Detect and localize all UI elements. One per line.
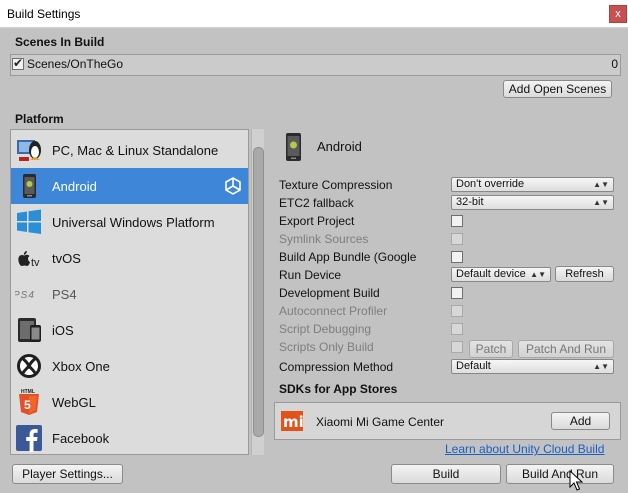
platform-item-label: Facebook <box>52 431 110 446</box>
export-project-label: Export Project <box>279 214 355 228</box>
dropdown-arrow-icon: ▲▼ <box>593 362 609 371</box>
build-and-run-button[interactable]: Build And Run <box>506 464 614 484</box>
xiaomi-logo-icon: mi <box>281 411 303 431</box>
compression-method-label: Compression Method <box>279 360 394 374</box>
etc2-fallback-value: 32-bit <box>456 196 484 208</box>
scenes-heading: Scenes In Build <box>15 35 105 49</box>
etc2-fallback-dropdown[interactable]: 32-bit ▲▼ <box>451 195 614 210</box>
platform-item-uwp[interactable]: Universal Windows Platform <box>11 204 248 240</box>
platform-item-ios[interactable]: iOS <box>11 312 248 348</box>
mouse-cursor-icon <box>569 470 583 491</box>
facebook-icon <box>16 425 42 452</box>
script-debugging-checkbox <box>451 323 463 335</box>
platform-item-facebook[interactable]: Facebook <box>11 420 248 454</box>
html5-icon: HTML 5 <box>19 389 39 415</box>
platform-item-label: Universal Windows Platform <box>52 215 215 230</box>
ios-icon <box>18 318 41 342</box>
scripts-only-build-label: Scripts Only Build <box>279 340 374 354</box>
close-button[interactable]: x <box>609 5 627 23</box>
svg-text:5: 5 <box>24 398 31 412</box>
etc2-fallback-label: ETC2 fallback <box>279 196 354 210</box>
scene-row[interactable]: ✔ Scenes/OnTheGo 0 <box>12 56 619 72</box>
autoconnect-profiler-label: Autoconnect Profiler <box>279 304 388 318</box>
scripts-only-build-checkbox <box>451 341 463 353</box>
xbox-icon <box>17 354 41 378</box>
title-bar: Build Settings x <box>0 0 628 28</box>
platform-item-label: iOS <box>52 323 74 338</box>
player-settings-button[interactable]: Player Settings... <box>12 464 123 484</box>
platform-item-tvos[interactable]: tv tvOS <box>11 240 248 276</box>
development-build-label: Development Build <box>279 286 380 300</box>
scrollbar-thumb[interactable] <box>253 147 264 437</box>
build-app-bundle-label: Build App Bundle (Google <box>279 250 417 264</box>
android-icon <box>286 133 301 161</box>
run-device-label: Run Device <box>279 268 342 282</box>
dropdown-arrow-icon: ▲▼ <box>593 180 609 189</box>
texture-compression-label: Texture Compression <box>279 178 393 192</box>
scene-checkbox[interactable]: ✔ <box>12 56 24 70</box>
platform-item-label: Android <box>52 179 97 194</box>
script-debugging-label: Script Debugging <box>279 322 372 336</box>
platform-item-label: PC, Mac & Linux Standalone <box>52 143 219 158</box>
run-device-dropdown[interactable]: Default device ▲▼ <box>451 267 551 282</box>
platform-item-label: Xbox One <box>52 359 110 374</box>
refresh-button[interactable]: Refresh <box>555 266 614 282</box>
svg-text:tv: tv <box>31 257 40 269</box>
svg-text:mi: mi <box>283 413 303 431</box>
platform-item-label: WebGL <box>52 395 96 410</box>
patch-and-run-button: Patch And Run <box>518 340 614 358</box>
ps4-icon: PS4 <box>15 290 35 301</box>
selected-platform-title: Android <box>317 139 362 154</box>
symlink-sources-label: Symlink Sources <box>279 232 369 246</box>
compression-method-value: Default <box>456 360 491 372</box>
appletv-icon: tv <box>18 251 40 269</box>
platform-item-android[interactable]: Android <box>11 168 248 204</box>
platform-item-standalone[interactable]: PC, Mac & Linux Standalone <box>11 132 248 168</box>
texture-compression-dropdown[interactable]: Don't override ▲▼ <box>451 177 614 192</box>
window-title: Build Settings <box>7 7 81 21</box>
platform-item-webgl[interactable]: HTML 5 WebGL <box>11 384 248 420</box>
build-app-bundle-checkbox[interactable] <box>451 251 463 263</box>
standalone-icon <box>17 140 41 161</box>
autoconnect-profiler-checkbox <box>451 305 463 317</box>
cloud-build-link[interactable]: Learn about Unity Cloud Build <box>445 442 604 456</box>
scene-index: 0 <box>611 57 618 71</box>
build-button[interactable]: Build <box>391 464 501 484</box>
windows-icon <box>17 209 41 234</box>
unity-active-icon <box>225 177 241 195</box>
platform-item-label: tvOS <box>52 251 81 266</box>
platform-list: PC, Mac & Linux Standalone Android Unive… <box>10 129 249 455</box>
patch-button: Patch <box>469 340 513 358</box>
platform-item-ps4[interactable]: PS4 PS4 <box>11 276 248 312</box>
add-store-button[interactable]: Add <box>551 412 610 430</box>
compression-method-dropdown[interactable]: Default ▲▼ <box>451 359 614 374</box>
platform-scrollbar[interactable] <box>251 129 264 455</box>
run-device-value: Default device <box>456 268 526 280</box>
scene-name: Scenes/OnTheGo <box>27 57 124 71</box>
sdk-store-row: mi Xiaomi Mi Game Center Add <box>274 402 621 440</box>
platform-item-xbox[interactable]: Xbox One <box>11 348 248 384</box>
development-build-checkbox[interactable] <box>451 287 463 299</box>
platform-item-label: PS4 <box>52 287 77 302</box>
symlink-sources-checkbox <box>451 233 463 245</box>
store-name: Xiaomi Mi Game Center <box>316 415 445 429</box>
dropdown-arrow-icon: ▲▼ <box>593 198 609 207</box>
dropdown-arrow-icon: ▲▼ <box>530 270 546 279</box>
sdks-heading: SDKs for App Stores <box>279 382 398 396</box>
platform-heading: Platform <box>15 112 64 126</box>
android-icon <box>23 174 36 198</box>
export-project-checkbox[interactable] <box>451 215 463 227</box>
texture-compression-value: Don't override <box>456 178 525 190</box>
check-icon: ✔ <box>13 56 24 70</box>
add-open-scenes-button[interactable]: Add Open Scenes <box>503 80 612 98</box>
svg-text:PS4: PS4 <box>15 290 35 301</box>
